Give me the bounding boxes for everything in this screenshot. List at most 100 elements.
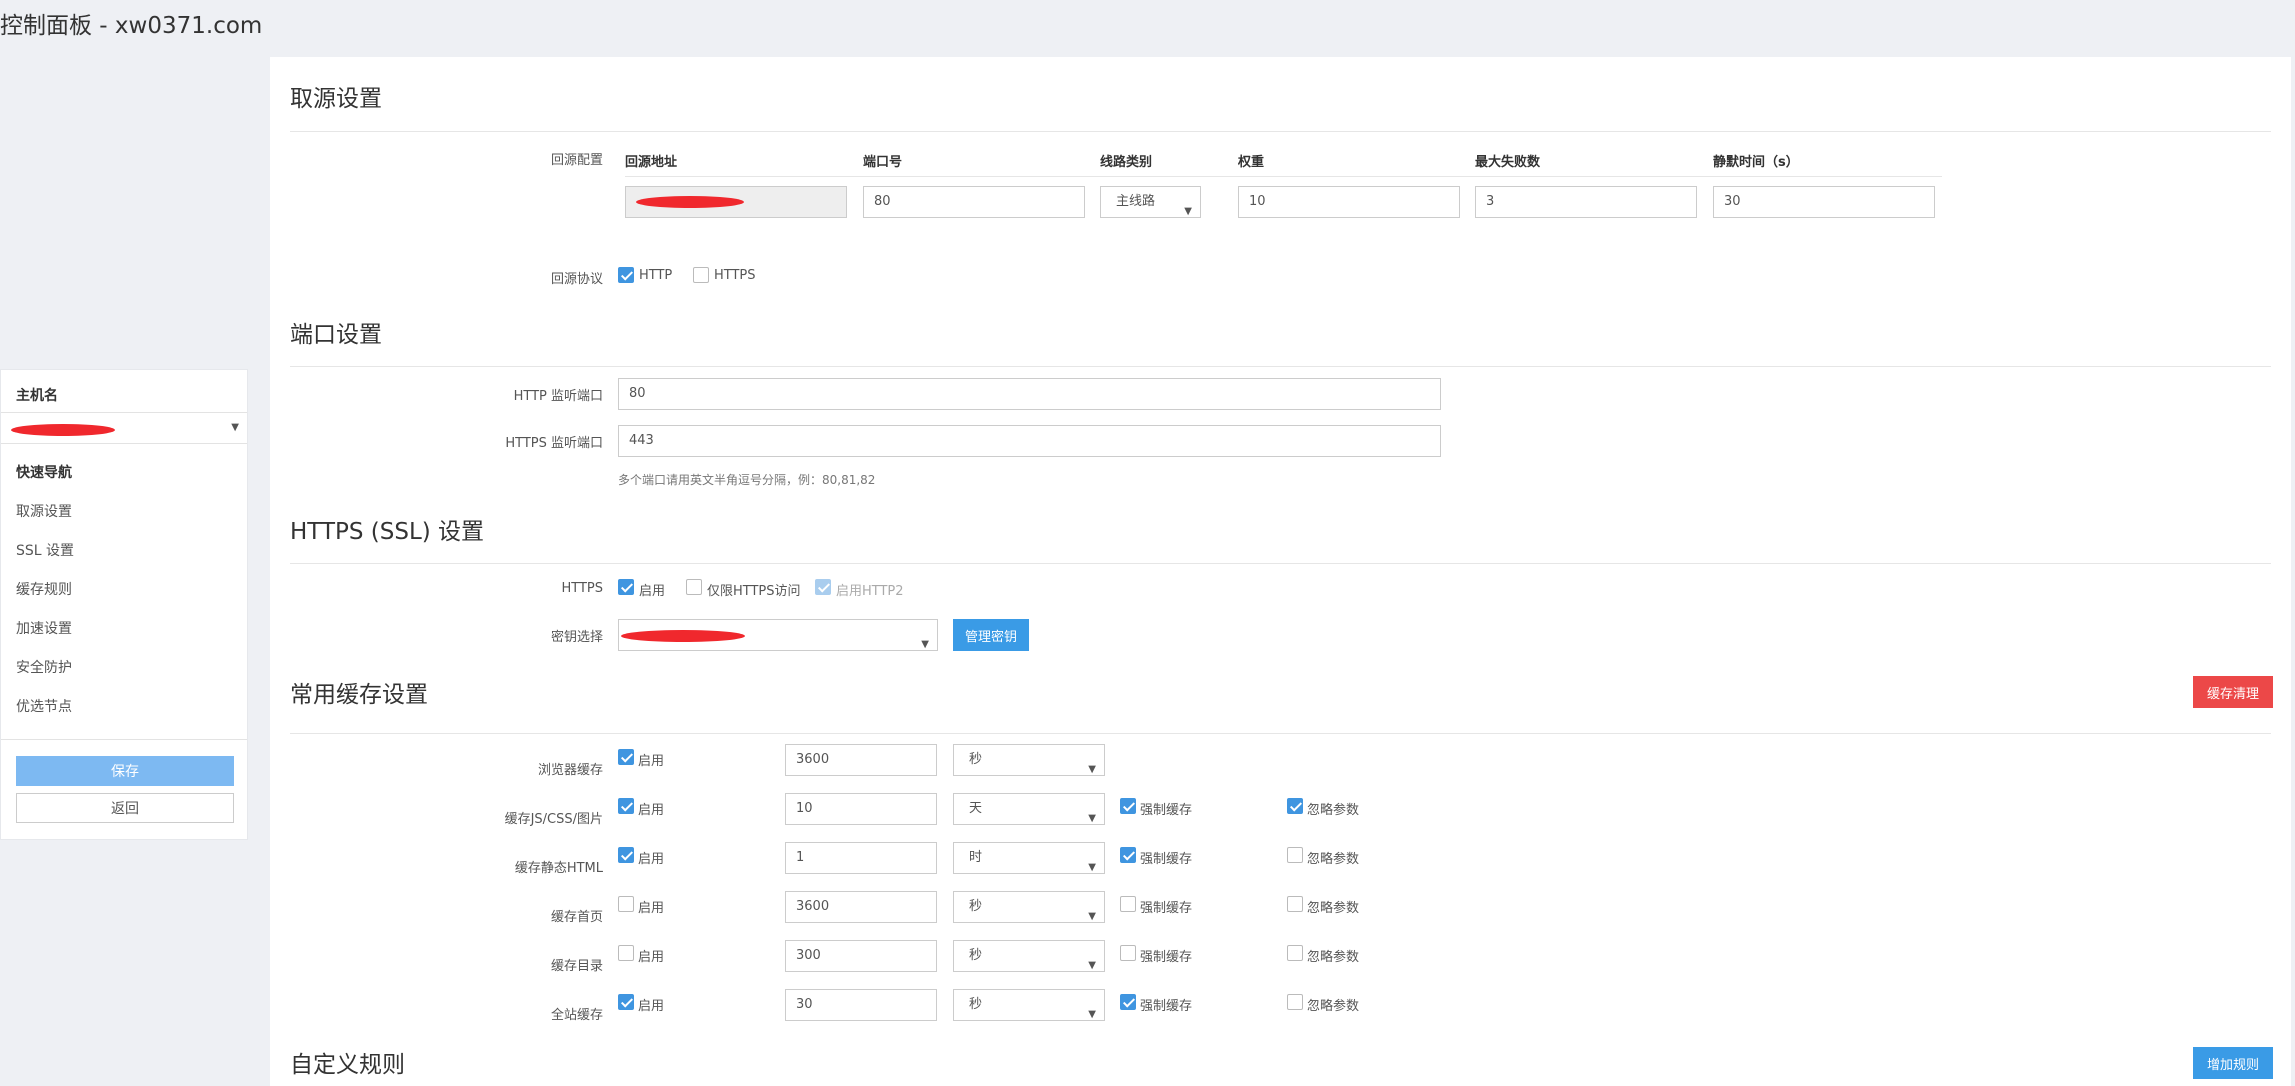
cache-duration-input[interactable]: 3600 <box>785 891 937 923</box>
chevron-down-icon: ▼ <box>1088 960 1096 971</box>
nav-item-ssl[interactable]: SSL 设置 <box>16 540 74 560</box>
cache-unit-select[interactable]: 秒 ▼ <box>953 940 1105 972</box>
force-cache-label: 强制缓存 <box>1140 803 1193 818</box>
save-button[interactable]: 保存 <box>16 756 234 786</box>
cache-unit-select[interactable]: 时 ▼ <box>953 842 1105 874</box>
cache-unit-value: 秒 <box>969 752 983 767</box>
force-cache-checkbox[interactable] <box>1120 798 1136 814</box>
force-cache-checkbox[interactable] <box>1120 994 1136 1010</box>
cache-section-title: 常用缓存设置 <box>290 682 428 708</box>
https-port-input[interactable]: 443 <box>618 425 1441 457</box>
section-divider <box>290 563 2271 564</box>
section-divider <box>290 366 2271 367</box>
nav-item-nodes[interactable]: 优选节点 <box>16 696 72 716</box>
cache-duration-input[interactable]: 10 <box>785 793 937 825</box>
origin-address-input[interactable] <box>625 186 847 218</box>
force-cache-label: 强制缓存 <box>1140 950 1193 965</box>
chevron-down-icon: ▼ <box>921 639 929 650</box>
redacted-hostname <box>11 424 115 436</box>
http-protocol-checkbox[interactable] <box>618 267 634 283</box>
nav-item-cache[interactable]: 缓存规则 <box>16 579 72 599</box>
chevron-down-icon: ▼ <box>1088 911 1096 922</box>
cache-unit-value: 秒 <box>969 997 983 1012</box>
cache-enable-checkbox[interactable] <box>618 749 634 765</box>
http-port-input[interactable]: 80 <box>618 378 1441 410</box>
cache-unit-select[interactable]: 秒 ▼ <box>953 744 1105 776</box>
cache-enable-checkbox[interactable] <box>618 896 634 912</box>
cache-duration-input[interactable]: 3600 <box>785 744 937 776</box>
cache-enable-checkbox[interactable] <box>618 994 634 1010</box>
col-silent-time: 静默时间（s） <box>1713 155 1799 170</box>
ignore-params-label: 忽略参数 <box>1307 901 1360 916</box>
ignore-params-label: 忽略参数 <box>1307 803 1360 818</box>
https-enable-checkbox[interactable] <box>618 579 634 595</box>
ignore-params-checkbox[interactable] <box>1287 896 1303 912</box>
nav-item-security[interactable]: 安全防护 <box>16 657 72 677</box>
redacted-origin-address <box>636 196 744 208</box>
cache-row-label: 浏览器缓存 <box>537 763 603 778</box>
cache-unit-select[interactable]: 天 ▼ <box>953 793 1105 825</box>
https-protocol-checkbox[interactable] <box>693 267 709 283</box>
cache-enable-label: 启用 <box>638 999 665 1014</box>
sidebar-divider <box>1 739 247 740</box>
cache-enable-checkbox[interactable] <box>618 798 634 814</box>
cache-duration-input[interactable]: 30 <box>785 989 937 1021</box>
force-cache-checkbox[interactable] <box>1120 896 1136 912</box>
https-enable-label: 启用 <box>639 584 666 599</box>
https-protocol-label: HTTPS <box>714 268 756 283</box>
ignore-params-label: 忽略参数 <box>1307 852 1360 867</box>
cache-unit-select[interactable]: 秒 ▼ <box>953 989 1105 1021</box>
cache-row-label: 缓存JS/CSS/图片 <box>504 812 603 827</box>
col-port: 端口号 <box>863 155 903 170</box>
port-hint: 多个端口请用英文半角逗号分隔，例：80,81,82 <box>618 473 876 487</box>
https-label: HTTPS <box>561 581 603 596</box>
key-select[interactable]: ▼ <box>618 619 938 651</box>
http2-checkbox <box>815 579 831 595</box>
force-cache-checkbox[interactable] <box>1120 945 1136 961</box>
ignore-params-checkbox[interactable] <box>1287 994 1303 1010</box>
https-port-label: HTTPS 监听端口 <box>505 436 603 451</box>
https-only-checkbox[interactable] <box>686 579 702 595</box>
weight-input[interactable]: 10 <box>1238 186 1460 218</box>
back-button[interactable]: 返回 <box>16 793 234 823</box>
cache-row-label: 全站缓存 <box>550 1008 603 1023</box>
page-title: 控制面板 - xw0371.com <box>0 13 263 39</box>
line-type-select[interactable]: 主线路 ▼ <box>1100 186 1201 218</box>
force-cache-checkbox[interactable] <box>1120 847 1136 863</box>
add-rule-button[interactable]: 增加规则 <box>2193 1047 2274 1079</box>
cache-duration-input[interactable]: 1 <box>785 842 937 874</box>
nav-item-accel[interactable]: 加速设置 <box>16 618 72 638</box>
cache-enable-checkbox[interactable] <box>618 945 634 961</box>
host-label: 主机名 <box>16 388 58 404</box>
cache-enable-checkbox[interactable] <box>618 847 634 863</box>
manage-key-button[interactable]: 管理密钥 <box>953 619 1030 651</box>
section-divider <box>290 733 2271 734</box>
http2-label: 启用HTTP2 <box>836 584 904 599</box>
chevron-down-icon: ▼ <box>1184 206 1192 217</box>
cache-clear-button[interactable]: 缓存清理 <box>2193 676 2274 708</box>
ignore-params-checkbox[interactable] <box>1287 798 1303 814</box>
cache-duration-input[interactable]: 300 <box>785 940 937 972</box>
redacted-key-name <box>621 630 745 642</box>
key-select-label: 密钥选择 <box>550 630 603 645</box>
ignore-params-checkbox[interactable] <box>1287 847 1303 863</box>
https-only-label: 仅限HTTPS访问 <box>707 584 801 599</box>
origin-port-input[interactable]: 80 <box>863 186 1085 218</box>
silent-time-input[interactable]: 30 <box>1713 186 1935 218</box>
cache-unit-value: 秒 <box>969 899 983 914</box>
cache-unit-select[interactable]: 秒 ▼ <box>953 891 1105 923</box>
cache-unit-value: 时 <box>969 850 983 865</box>
ignore-params-checkbox[interactable] <box>1287 945 1303 961</box>
cache-row-label: 缓存静态HTML <box>514 861 603 876</box>
host-select[interactable]: ▼ <box>1 412 247 444</box>
max-fails-input[interactable]: 3 <box>1475 186 1697 218</box>
ignore-params-label: 忽略参数 <box>1307 950 1360 965</box>
col-line-type: 线路类别 <box>1100 155 1153 170</box>
cache-enable-label: 启用 <box>638 950 665 965</box>
http-port-label: HTTP 监听端口 <box>513 389 603 404</box>
main-panel: 取源设置 回源配置 回源地址 端口号 线路类别 权重 最大失败数 静默时间（s）… <box>270 57 2291 1086</box>
cache-enable-label: 启用 <box>638 852 665 867</box>
col-origin-address: 回源地址 <box>625 155 678 170</box>
col-weight: 权重 <box>1238 155 1265 170</box>
nav-item-origin[interactable]: 取源设置 <box>16 501 72 521</box>
